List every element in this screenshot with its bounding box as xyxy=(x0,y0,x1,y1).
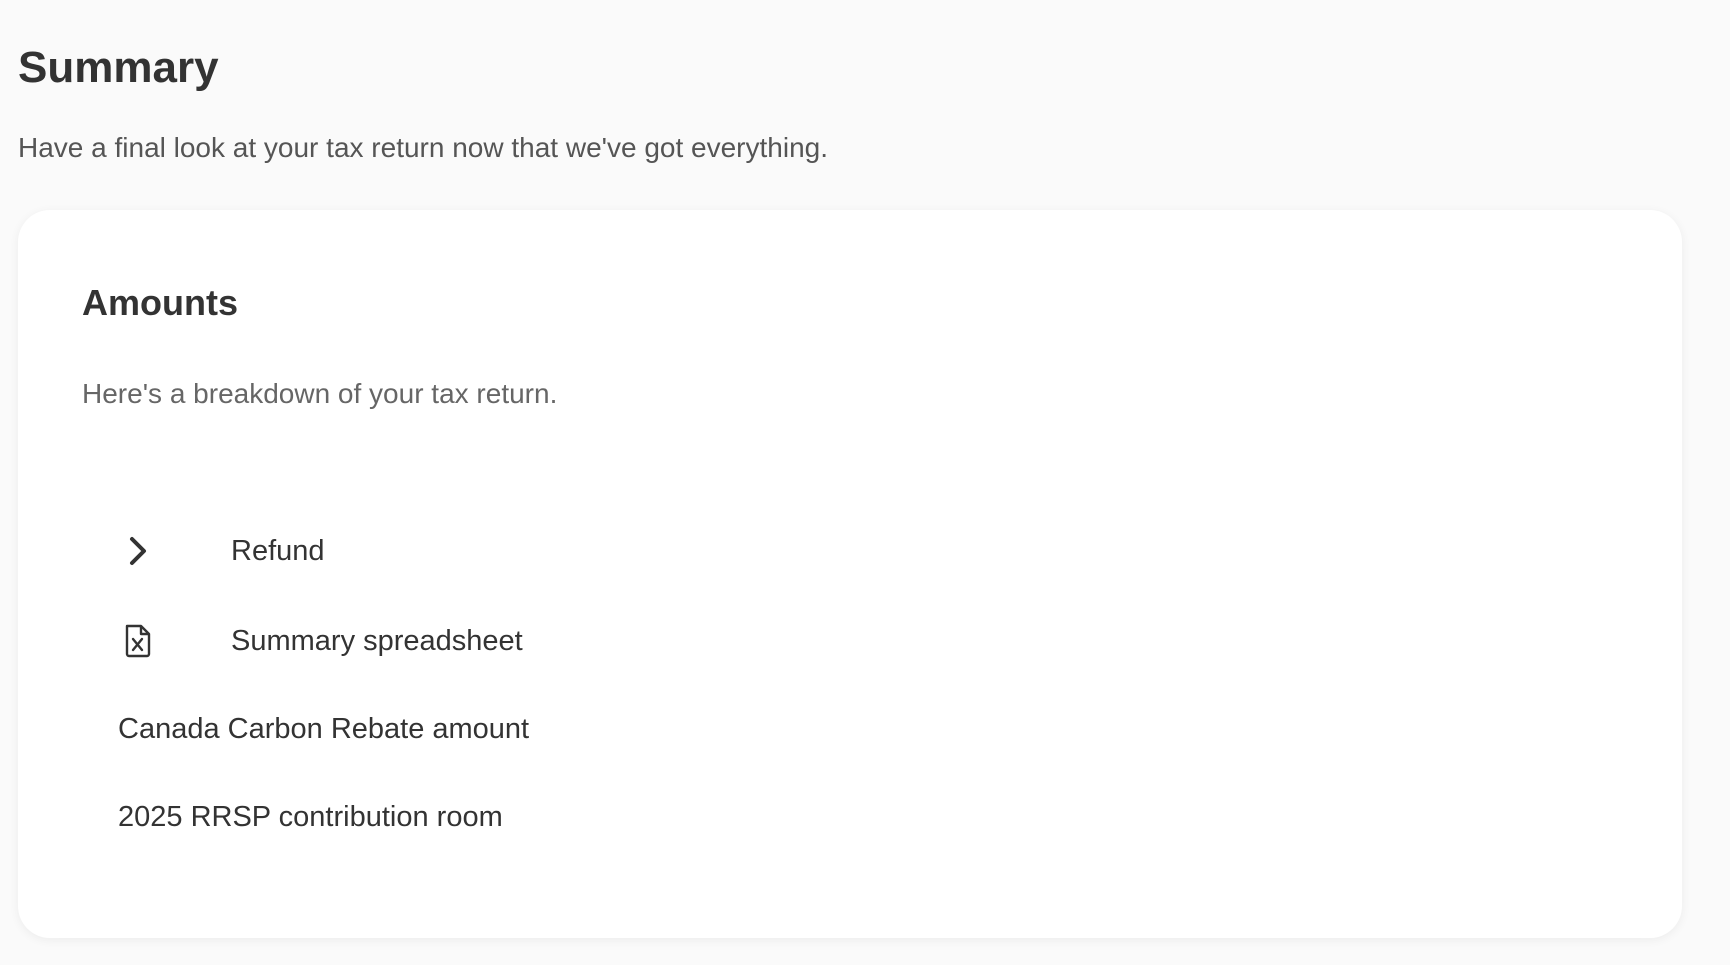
refund-label: Refund xyxy=(231,535,325,567)
summary-spreadsheet-row[interactable]: Summary spreadsheet xyxy=(118,621,523,661)
summary-page: Summary Have a final look at your tax re… xyxy=(0,0,1730,965)
card-description: Here's a breakdown of your tax return. xyxy=(82,378,558,409)
card-title: Amounts xyxy=(82,282,238,323)
carbon-rebate-label: Canada Carbon Rebate amount xyxy=(118,713,530,745)
amounts-card: Amounts Here's a breakdown of your tax r… xyxy=(18,210,1682,938)
spreadsheet-file-icon xyxy=(118,621,158,661)
refund-row[interactable]: Refund xyxy=(118,531,325,571)
summary-spreadsheet-label: Summary spreadsheet xyxy=(231,625,523,657)
rrsp-contribution-label: 2025 RRSP contribution room xyxy=(118,801,503,833)
page-subtitle: Have a final look at your tax return now… xyxy=(18,132,829,163)
chevron-right-icon xyxy=(118,531,158,571)
page-title: Summary xyxy=(18,43,219,92)
